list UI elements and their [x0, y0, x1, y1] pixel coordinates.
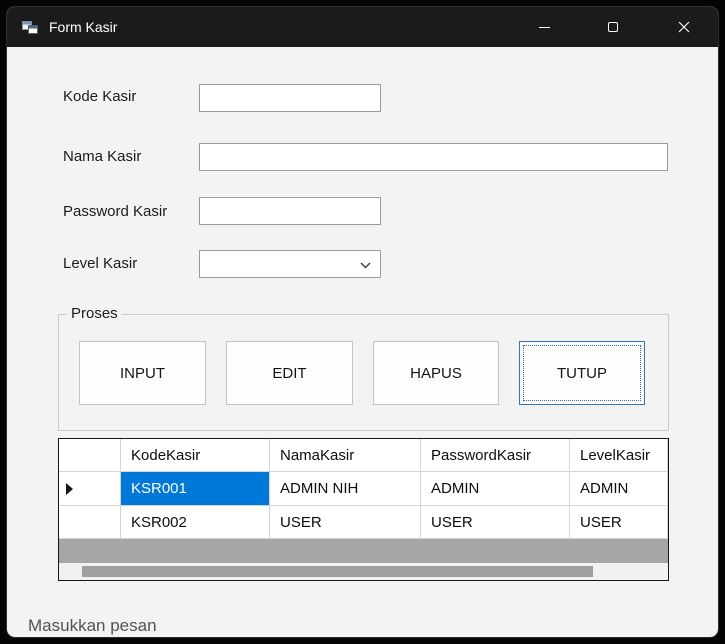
proses-groupbox-title: Proses	[67, 305, 122, 322]
grid-header-row: KodeKasir NamaKasir PasswordKasir LevelK…	[59, 439, 668, 472]
current-row-arrow-icon	[66, 482, 73, 495]
close-button[interactable]	[661, 7, 707, 47]
grid-header-passwordkasir[interactable]: PasswordKasir	[421, 439, 570, 472]
app-icon	[21, 17, 39, 35]
maximize-button[interactable]	[590, 7, 636, 47]
edit-button[interactable]: EDIT	[226, 341, 353, 405]
grid-row-header-current[interactable]	[59, 472, 121, 506]
close-icon	[678, 21, 690, 33]
minimize-button[interactable]	[521, 7, 567, 47]
grid-cell[interactable]: USER	[270, 506, 421, 539]
level-kasir-combobox[interactable]	[199, 250, 381, 278]
window-title: Form Kasir	[49, 19, 118, 35]
grid-header-levelkasir[interactable]: LevelKasir	[570, 439, 668, 472]
grid-cell[interactable]: ADMIN	[421, 472, 570, 506]
tutup-button[interactable]: TUTUP	[519, 341, 645, 405]
grid-cell-selected[interactable]: KSR001	[121, 472, 270, 506]
grid-cell[interactable]: ADMIN	[570, 472, 668, 506]
grid-row: KSR001 ADMIN NIH ADMIN ADMIN	[59, 472, 668, 506]
grid-cell[interactable]: USER	[570, 506, 668, 539]
password-kasir-input[interactable]	[199, 197, 381, 225]
minimize-icon	[538, 26, 550, 28]
scrollbar-thumb[interactable]	[82, 566, 593, 577]
kode-kasir-input[interactable]	[199, 84, 381, 112]
level-kasir-label: Level Kasir	[63, 255, 138, 272]
grid-cell[interactable]: USER	[421, 506, 570, 539]
input-button[interactable]: INPUT	[79, 341, 206, 405]
maximize-icon	[608, 22, 618, 32]
nama-kasir-input[interactable]	[199, 143, 668, 171]
grid-cell[interactable]: ADMIN NIH	[270, 472, 421, 506]
grid-header-namakasir[interactable]: NamaKasir	[270, 439, 421, 472]
kasir-data-grid: KodeKasir NamaKasir PasswordKasir LevelK…	[58, 438, 669, 581]
grid-horizontal-scrollbar[interactable]	[59, 563, 668, 580]
grid-corner-cell[interactable]	[59, 439, 121, 472]
app-window: Form Kasir Kode Kasir Nama Kasir Passwor…	[6, 6, 719, 638]
grid-row: KSR002 USER USER USER	[59, 506, 668, 539]
chevron-down-icon[interactable]	[360, 262, 371, 269]
titlebar[interactable]: Form Kasir	[7, 7, 718, 47]
kode-kasir-label: Kode Kasir	[63, 88, 137, 105]
hapus-button[interactable]: HAPUS	[373, 341, 499, 405]
nama-kasir-label: Nama Kasir	[63, 148, 142, 165]
background-message-text: Masukkan pesan	[28, 616, 157, 635]
grid-row-header[interactable]	[59, 506, 121, 539]
password-kasir-label: Password Kasir	[63, 203, 168, 220]
grid-header-kodekasir[interactable]: KodeKasir	[121, 439, 270, 472]
grid-cell[interactable]: KSR002	[121, 506, 270, 539]
